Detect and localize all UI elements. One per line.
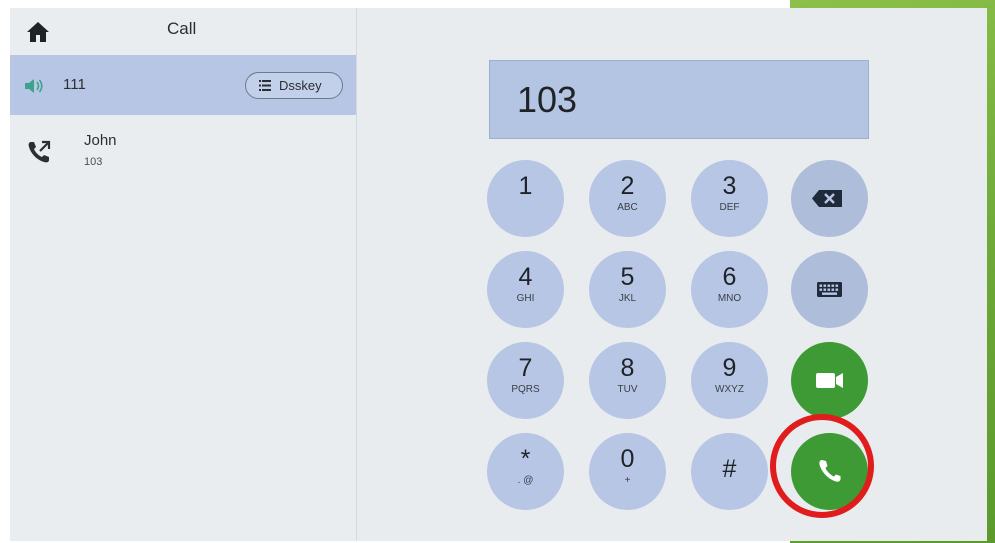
key-hash-symbol: # <box>722 455 737 483</box>
key-3-digit: 3 <box>722 172 737 200</box>
contact-number: 103 <box>84 156 103 168</box>
key-5[interactable]: 5 JKL <box>589 251 666 328</box>
video-call-icon <box>816 373 843 388</box>
dsskey-button[interactable]: Dsskey <box>245 72 343 99</box>
call-button-highlight <box>770 414 874 518</box>
key-3[interactable]: 3 DEF <box>691 160 768 237</box>
key-hash[interactable]: # <box>691 433 768 510</box>
key-4-letters: GHI <box>516 293 535 304</box>
key-1[interactable]: 1 <box>487 160 564 237</box>
dsskey-label: Dsskey <box>279 78 322 93</box>
key-5-digit: 5 <box>620 263 635 291</box>
key-9-digit: 9 <box>722 354 737 382</box>
key-0-letters: + <box>624 475 631 486</box>
key-star-symbol: * <box>520 445 531 473</box>
header: Call <box>10 8 356 55</box>
key-star-letters: . @ <box>517 475 534 486</box>
key-star[interactable]: * . @ <box>487 433 564 510</box>
list-icon <box>259 80 271 91</box>
left-panel: Call 111 Dsskey John 103 <box>10 8 357 541</box>
page-title: Call <box>167 19 197 38</box>
line-row[interactable]: 111 Dsskey <box>10 55 356 115</box>
dial-display[interactable]: 103 <box>489 60 869 139</box>
video-call-button[interactable] <box>791 342 868 419</box>
key-7-digit: 7 <box>518 354 533 382</box>
dialer-panel: 103 1 2 ABC 3 DEF 4 GHI 5 JKL 6 MNO 7 PQ… <box>357 8 987 541</box>
home-icon[interactable] <box>26 21 50 43</box>
backspace-button[interactable] <box>791 160 868 237</box>
key-1-digit: 1 <box>518 172 533 200</box>
key-7[interactable]: 7 PQRS <box>487 342 564 419</box>
keyboard-icon <box>817 282 842 297</box>
key-4[interactable]: 4 GHI <box>487 251 564 328</box>
key-0[interactable]: 0 + <box>589 433 666 510</box>
line-number: 111 <box>63 76 86 93</box>
key-3-letters: DEF <box>719 202 740 213</box>
key-4-digit: 4 <box>518 263 533 291</box>
key-8-digit: 8 <box>620 354 635 382</box>
dialed-number: 103 <box>517 79 578 120</box>
speaker-icon <box>25 79 43 93</box>
outgoing-call-icon <box>28 140 51 163</box>
key-2-digit: 2 <box>620 172 635 200</box>
keyboard-button[interactable] <box>791 251 868 328</box>
key-6-letters: MNO <box>717 293 742 304</box>
key-2[interactable]: 2 ABC <box>589 160 666 237</box>
call-history-item[interactable]: John 103 <box>10 115 356 185</box>
key-8[interactable]: 8 TUV <box>589 342 666 419</box>
key-0-digit: 0 <box>620 445 635 473</box>
key-7-letters: PQRS <box>511 384 540 395</box>
key-5-letters: JKL <box>618 293 637 304</box>
key-6[interactable]: 6 MNO <box>691 251 768 328</box>
key-2-letters: ABC <box>617 202 638 213</box>
key-8-letters: TUV <box>617 384 638 395</box>
contact-name: John <box>84 132 117 149</box>
backspace-icon <box>812 190 842 207</box>
key-9[interactable]: 9 WXYZ <box>691 342 768 419</box>
key-6-digit: 6 <box>722 263 737 291</box>
key-9-letters: WXYZ <box>715 384 744 395</box>
